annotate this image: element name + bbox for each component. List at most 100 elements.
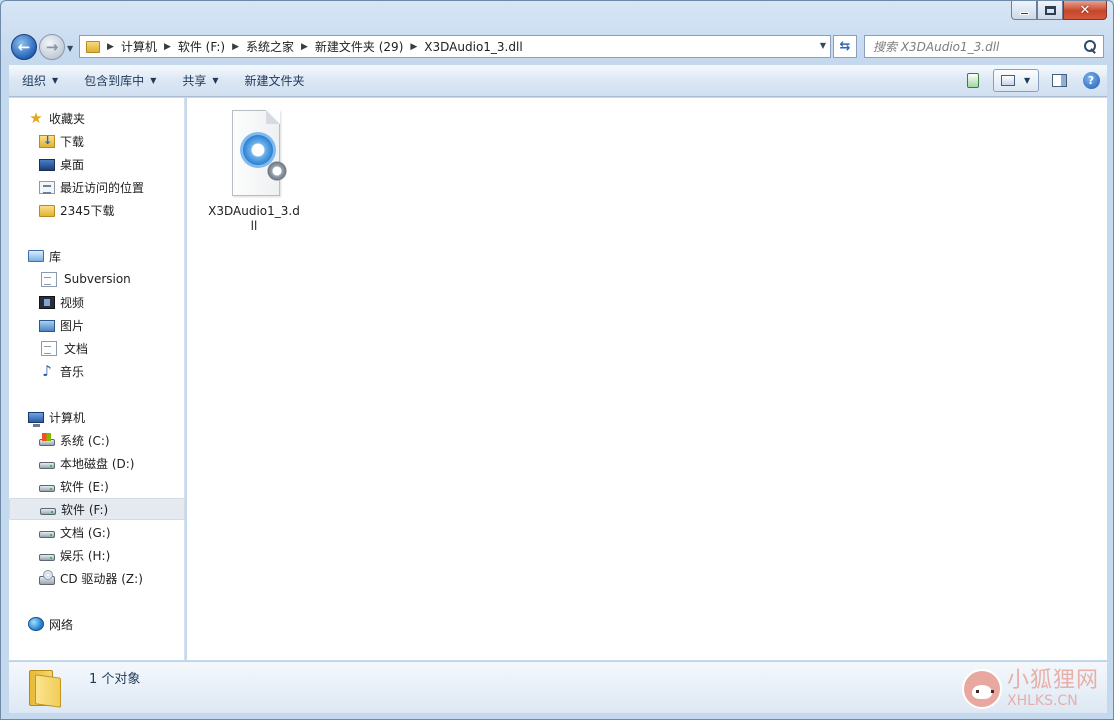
document-library-icon: [41, 271, 57, 287]
nav-label: Subversion: [64, 272, 131, 286]
breadcrumb-new-folder[interactable]: 新建文件夹 (29): [315, 38, 403, 55]
chevron-right-icon[interactable]: ▶: [107, 42, 114, 52]
nav-label: 文档: [64, 341, 89, 356]
search-box: [864, 35, 1104, 58]
hard-drive-icon: [39, 462, 55, 469]
dll-gear-icon: [221, 110, 287, 196]
organize-label: 组织: [22, 74, 47, 88]
new-folder-button[interactable]: 新建文件夹: [232, 65, 318, 96]
music-note-icon: ♪: [42, 361, 52, 380]
library-icon: [28, 250, 44, 262]
breadcrumb-current-file[interactable]: X3DAudio1_3.dll: [424, 40, 522, 54]
help-button[interactable]: ?: [1077, 70, 1105, 92]
change-view-button[interactable]: ▼: [991, 69, 1041, 92]
minimize-button[interactable]: [1011, 1, 1037, 20]
nav-item-videos[interactable]: 视频: [9, 291, 185, 313]
view-toggle[interactable]: ▼: [993, 69, 1039, 92]
forward-arrow-icon: →: [45, 37, 59, 56]
nav-item-drive-c[interactable]: 系统 (C:): [9, 429, 185, 451]
chevron-right-icon[interactable]: ▶: [232, 42, 239, 52]
refresh-icon: ⇆: [839, 39, 851, 54]
nav-item-pictures[interactable]: 图片: [9, 314, 185, 336]
sync-icon: [967, 73, 979, 88]
chevron-right-icon[interactable]: ▶: [301, 42, 308, 52]
recent-pages-dropdown[interactable]: ▼: [67, 44, 73, 53]
share-label: 共享: [182, 74, 207, 88]
nav-item-drive-h[interactable]: 娱乐 (H:): [9, 544, 185, 566]
network-globe-icon: [28, 617, 44, 631]
star-icon: ★: [29, 108, 43, 127]
nav-label: 软件 (E:): [60, 479, 109, 494]
help-icon: ?: [1082, 72, 1100, 89]
view-icon: [1001, 75, 1015, 86]
nav-label: CD 驱动器 (Z:): [60, 571, 143, 586]
nav-item-drive-g[interactable]: 文档 (G:): [9, 521, 185, 543]
item-count: 1 个对象: [89, 672, 141, 687]
nav-label: 图片: [60, 318, 85, 333]
nav-label: 音乐: [60, 364, 85, 379]
file-item[interactable]: X3DAudio1_3.dll: [207, 110, 301, 234]
back-button[interactable]: ←: [11, 34, 37, 60]
folder-icon: [86, 40, 100, 53]
download-folder-icon: [39, 134, 55, 148]
nav-computer[interactable]: 计算机: [9, 406, 185, 428]
maximize-icon: [1044, 5, 1056, 15]
breadcrumb-xitongzhijia[interactable]: 系统之家: [246, 38, 294, 55]
nav-item-recent-places[interactable]: 最近访问的位置: [9, 176, 185, 198]
picture-icon: [39, 319, 55, 332]
watermark-text: 小狐狸网 XHLKS.CN: [1007, 669, 1099, 710]
folder-front: [35, 674, 61, 708]
nav-item-desktop[interactable]: 桌面: [9, 153, 185, 175]
caption-buttons: ✕: [1011, 1, 1107, 20]
nav-libraries[interactable]: 库: [9, 245, 185, 267]
chevron-right-icon[interactable]: ▶: [164, 42, 171, 52]
file-list[interactable]: X3DAudio1_3.dll: [187, 98, 1107, 660]
minimize-icon: [1019, 11, 1029, 15]
search-icon[interactable]: [1081, 38, 1099, 56]
nav-label: 库: [49, 249, 62, 264]
nav-item-2345-downloads[interactable]: 2345下载: [9, 199, 185, 221]
forward-button[interactable]: →: [39, 34, 65, 60]
include-in-library-menu[interactable]: 包含到库中 ▼: [71, 65, 169, 96]
nav-label: 视频: [60, 295, 85, 310]
nav-favorites[interactable]: ★ 收藏夹: [9, 107, 185, 129]
refresh-button[interactable]: ⇆: [833, 35, 857, 58]
caret-down-icon: ▼: [150, 76, 157, 85]
nav-item-downloads[interactable]: 下载: [9, 130, 185, 152]
address-dropdown-icon[interactable]: ▼: [820, 41, 826, 50]
breadcrumb-drive-f[interactable]: 软件 (F:): [178, 38, 225, 55]
breadcrumb-computer[interactable]: 计算机: [121, 38, 157, 55]
gear-icon: [267, 161, 287, 181]
system-drive-icon: [39, 433, 55, 446]
search-input[interactable]: [865, 39, 1081, 54]
close-button[interactable]: ✕: [1063, 1, 1107, 20]
organize-menu[interactable]: 组织 ▼: [9, 65, 71, 96]
nav-item-drive-f[interactable]: 软件 (F:): [9, 498, 185, 520]
details-pane: 1 个对象 小狐狸网 XHLKS.CN: [9, 661, 1107, 713]
preview-pane-button[interactable]: [1045, 70, 1073, 92]
nav-item-drive-e[interactable]: 软件 (E:): [9, 475, 185, 497]
maximize-button[interactable]: [1037, 1, 1063, 20]
nav-item-music[interactable]: ♪ 音乐: [9, 360, 185, 382]
share-menu[interactable]: 共享 ▼: [169, 65, 231, 96]
nav-item-subversion[interactable]: Subversion: [9, 268, 185, 290]
preview-pane-icon: [1051, 74, 1067, 87]
address-bar[interactable]: ▶ 计算机 ▶ 软件 (F:) ▶ 系统之家 ▶ 新建文件夹 (29) ▶ X3…: [79, 35, 831, 58]
nav-label: 下载: [60, 134, 85, 149]
video-icon: [39, 295, 55, 309]
sync-button[interactable]: [959, 70, 987, 92]
hard-drive-icon: [39, 531, 55, 538]
document-icon: [41, 340, 57, 356]
caret-down-icon: ▼: [1024, 76, 1031, 85]
nav-item-cd-drive-z[interactable]: CD 驱动器 (Z:): [9, 567, 185, 589]
back-arrow-icon: ←: [17, 37, 31, 56]
nav-network[interactable]: 网络: [9, 613, 185, 635]
nav-item-drive-d[interactable]: 本地磁盘 (D:): [9, 452, 185, 474]
watermark: 小狐狸网 XHLKS.CN: [961, 669, 1099, 710]
hard-drive-icon: [39, 554, 55, 561]
desktop-icon: [39, 158, 55, 171]
chevron-right-icon[interactable]: ▶: [410, 42, 417, 52]
nav-label: 娱乐 (H:): [60, 548, 111, 563]
nav-item-documents[interactable]: 文档: [9, 337, 185, 359]
file-name[interactable]: X3DAudio1_3.dll: [207, 204, 301, 234]
